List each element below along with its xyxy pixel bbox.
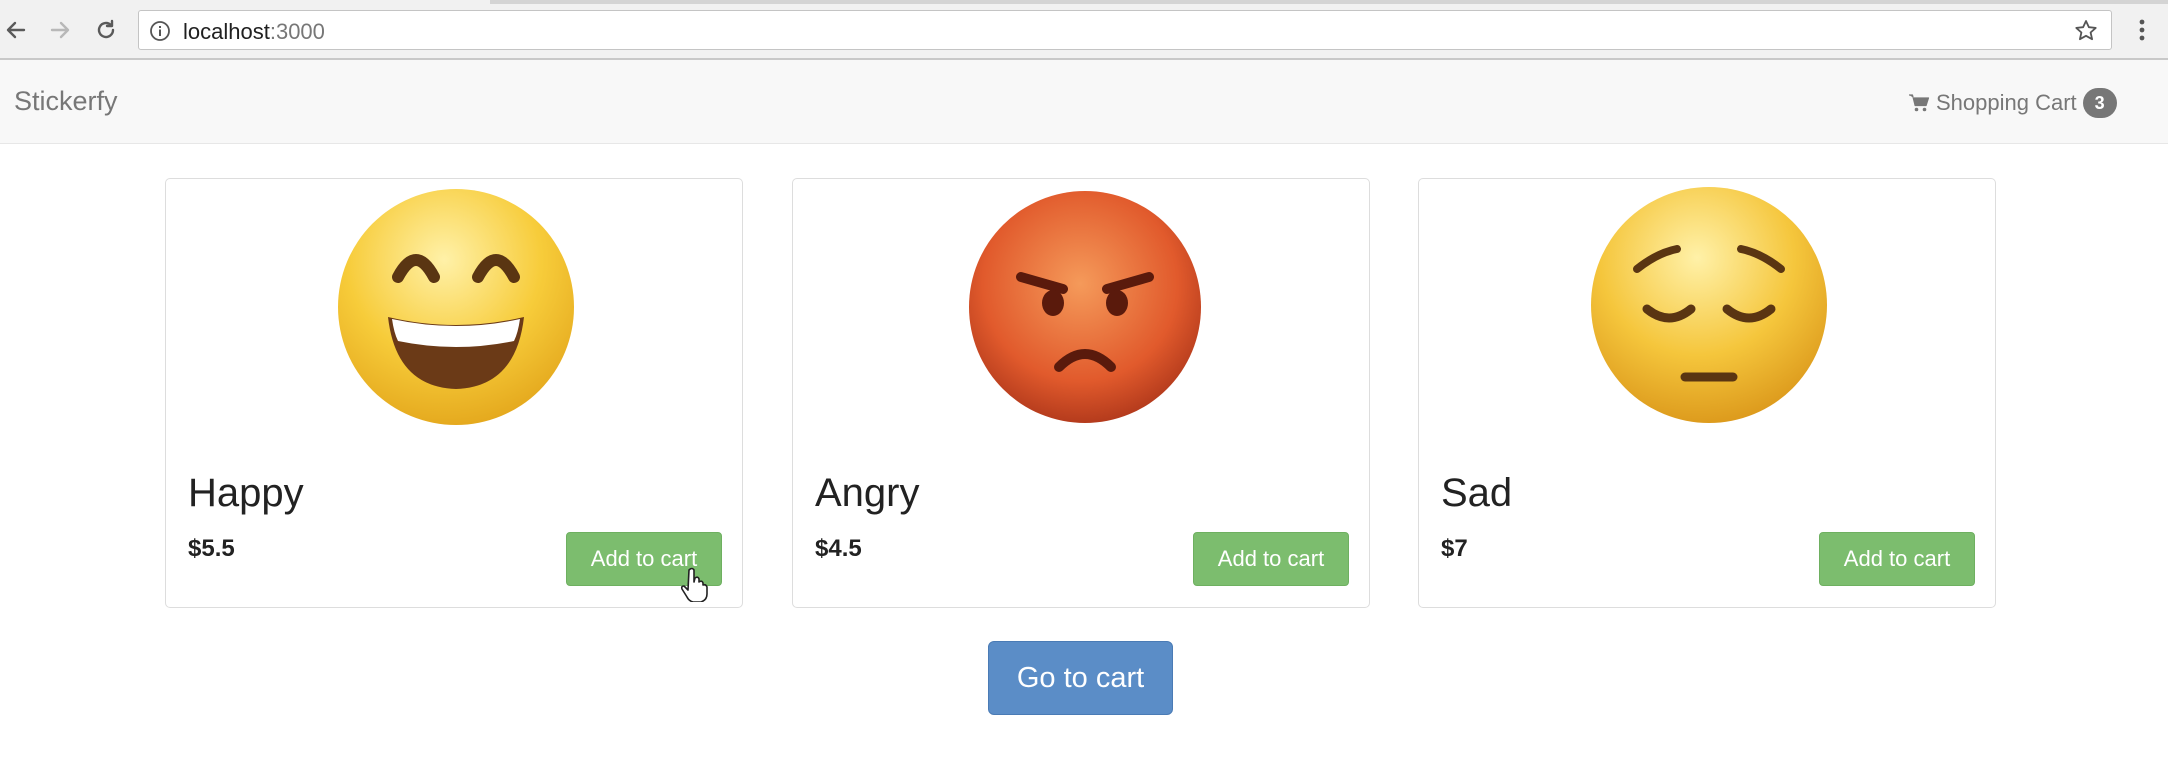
product-price: $4.5 <box>815 535 862 562</box>
pensive-face-icon <box>1591 187 1827 423</box>
grinning-face-icon <box>338 189 574 425</box>
forward-arrow-icon[interactable] <box>44 14 76 46</box>
add-to-cart-button[interactable]: Add to cart <box>1819 532 1975 586</box>
product-price: $5.5 <box>188 535 235 562</box>
menu-dots-icon[interactable] <box>2130 14 2154 46</box>
tab-strip <box>0 0 2168 4</box>
url-port: :3000 <box>269 19 325 44</box>
product-name: Sad <box>1441 471 1513 515</box>
url-host: localhost <box>183 19 270 44</box>
info-icon[interactable] <box>149 20 171 42</box>
product-name: Happy <box>188 471 304 515</box>
back-arrow-icon[interactable] <box>0 14 32 46</box>
go-to-cart-button[interactable]: Go to cart <box>988 641 1173 715</box>
cart-icon <box>1909 94 1930 112</box>
active-tab[interactable] <box>0 0 490 4</box>
browser-toolbar: localhost:3000 <box>0 0 2168 60</box>
brand-link[interactable]: Stickerfy <box>14 86 118 117</box>
product-card-sad: Sad $7 Add to cart <box>1418 178 1996 608</box>
hand-cursor-icon <box>680 567 708 602</box>
angry-face-icon <box>969 191 1201 423</box>
cart-count-badge: 3 <box>2082 88 2117 118</box>
shopping-cart-label: Shopping Cart <box>1936 90 2077 115</box>
product-price: $7 <box>1441 535 1468 562</box>
app-navbar: Stickerfy Shopping Cart 3 <box>0 60 2168 144</box>
url-text[interactable]: localhost:3000 <box>183 19 325 45</box>
product-card-angry: Angry $4.5 Add to cart <box>792 178 1370 608</box>
address-bar[interactable]: localhost:3000 <box>138 10 2112 50</box>
product-name: Angry <box>815 471 920 515</box>
shopping-cart-link[interactable]: Shopping Cart 3 <box>1908 88 2117 118</box>
add-to-cart-button[interactable]: Add to cart <box>1193 532 1349 586</box>
reload-icon[interactable] <box>90 14 122 46</box>
product-card-happy: Happy $5.5 Add to cart <box>165 178 743 608</box>
star-icon[interactable] <box>2073 18 2099 44</box>
